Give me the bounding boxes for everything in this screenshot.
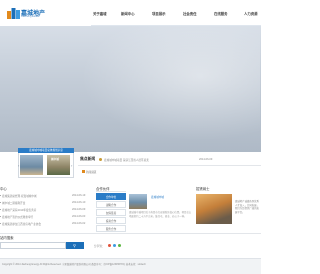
ticker-title: 焦点新闻 <box>80 157 96 161</box>
bullet-icon <box>0 202 1 203</box>
next-arrow-icon[interactable]: › <box>71 163 72 168</box>
nav-projects[interactable]: 项目展示 <box>152 11 166 16</box>
search-input[interactable] <box>0 242 66 249</box>
promo-thumbnail[interactable] <box>20 155 43 175</box>
cooperation-divider <box>96 191 126 192</box>
cooperation-menu-item[interactable]: 友情链接 <box>96 209 126 216</box>
news-item[interactable]: 城中城二期顺利开盘 <box>2 201 25 205</box>
nav-about[interactable]: 关于嘉城 <box>93 11 107 16</box>
search-label: 站内搜索 <box>0 236 14 240</box>
news-item[interactable]: 嘉城地产荣获2013年度优秀房 <box>2 208 36 212</box>
qq-icon[interactable] <box>113 244 116 247</box>
news-date: 2014-06-03 <box>72 215 86 218</box>
recruitment-image[interactable] <box>196 194 232 224</box>
news-date: 2014-06-10 <box>72 201 86 204</box>
footer-copyright: Copyright © 2014 Jiacheng Energy All Rig… <box>2 263 146 266</box>
logo-subtext: Jiacheng Estate <box>21 15 40 18</box>
site-footer <box>0 258 261 274</box>
news-center-title[interactable]: 中心 <box>0 186 7 191</box>
bullet-icon <box>0 209 1 210</box>
news-date: 2014-06-09 <box>72 208 86 211</box>
wechat-icon[interactable] <box>118 244 121 247</box>
cooperation-menu-item[interactable]: 投资合作 <box>96 217 126 224</box>
cooperation-menu-item[interactable]: 合作单位 <box>96 193 126 200</box>
nav-responsibility[interactable]: 社会责任 <box>183 11 197 16</box>
ticker-headline[interactable]: 嘉城城中城项目 荣获江西省人居环境奖 <box>104 158 149 162</box>
logo-icon[interactable] <box>7 7 20 19</box>
bullet-icon <box>0 216 1 217</box>
nav-news[interactable]: 新闻中心 <box>121 11 135 16</box>
section-divider <box>0 233 261 234</box>
share-label: 分享到： <box>94 245 105 248</box>
hero-banner <box>0 26 261 152</box>
recruitment-text: 嘉城地产诚邀各界优秀人才加入，共同发展，我们为您提供广阔的发展平台。 <box>235 200 259 214</box>
cooperation-menu-item[interactable]: 服务合作 <box>96 225 126 232</box>
banner-highlight <box>60 26 260 152</box>
rss-icon[interactable] <box>82 170 85 173</box>
search-icon[interactable]: ⚲ <box>73 243 76 248</box>
project-name[interactable]: 嘉城城中城 <box>151 195 164 199</box>
ticker-date: 2014-06-09 <box>199 158 213 161</box>
news-item[interactable]: 嘉城集团总经理·祝嘉城城中城 <box>2 194 37 198</box>
ticker-divider <box>78 165 261 166</box>
recruitment-title: 招贤纳士 <box>196 187 210 191</box>
thumbnail-tag: 城中城 <box>51 158 59 161</box>
project-description: 嘉城城中城项目位于南昌市红谷滩新区核心位置，项目总占地面积约二十万平方米，集住宅… <box>129 211 192 218</box>
project-image[interactable] <box>129 194 147 209</box>
cooperation-menu-item[interactable]: 战略合作 <box>96 201 126 208</box>
bullet-icon <box>0 195 1 196</box>
nav-online-service[interactable]: 在线服务 <box>214 11 228 16</box>
news-date: 2014-06-19 <box>72 194 86 197</box>
nav-hr[interactable]: 人力资源 <box>244 11 258 16</box>
news-item[interactable]: 嘉城集团参加江西省房地产业协会 <box>2 222 41 226</box>
bullet-icon <box>0 223 1 224</box>
news-item[interactable]: 嘉城地产签约仪式隆重举行 <box>2 215 33 219</box>
promo-heading: 嘉城城中城项目总体规划示意 <box>18 148 74 153</box>
speaker-icon <box>99 158 102 161</box>
news-date: 2014-06-02 <box>72 222 86 225</box>
rss-label[interactable]: 新闻频道 <box>86 170 96 174</box>
weibo-icon[interactable] <box>108 244 111 247</box>
